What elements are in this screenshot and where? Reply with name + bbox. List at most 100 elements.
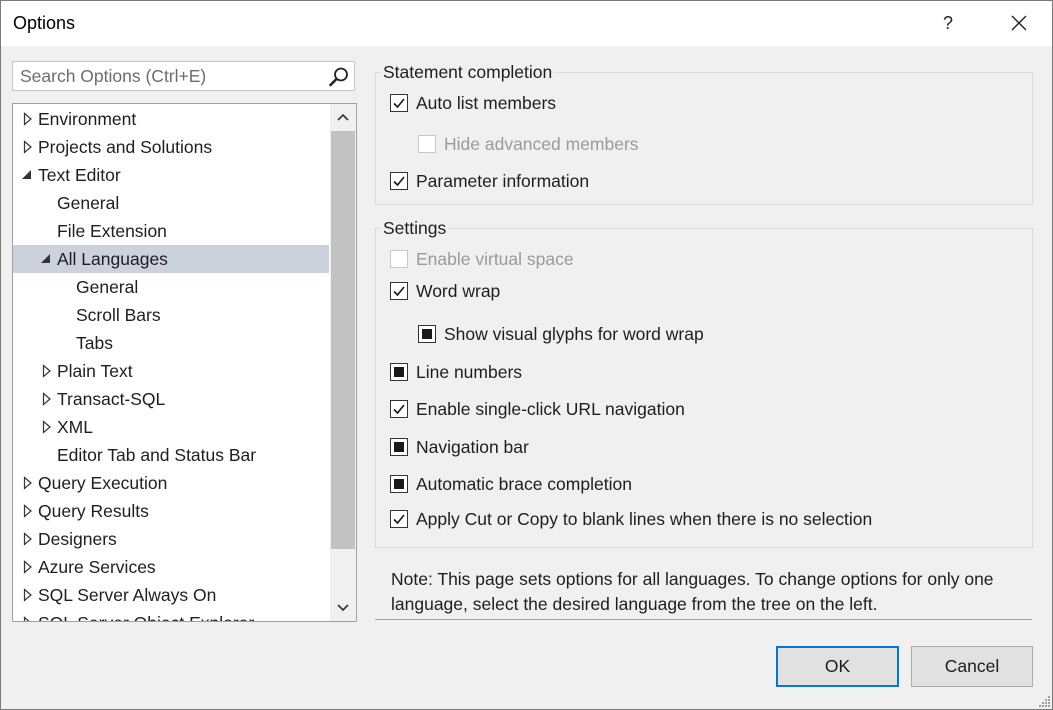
- title-bar: Options ?: [1, 1, 1052, 46]
- option-label: Enable virtual space: [416, 249, 574, 269]
- indeterminate-indicator: [394, 367, 404, 377]
- checkbox[interactable]: [390, 510, 408, 528]
- tree-item-label: SQL Server Object Explorer: [38, 609, 254, 621]
- tree-item-environment[interactable]: Environment: [13, 105, 329, 133]
- collapsed-arrow-icon[interactable]: [22, 497, 34, 525]
- checkmark-icon: [393, 176, 405, 187]
- tree-item-designers[interactable]: Designers: [13, 525, 329, 553]
- checkmark-icon: [393, 98, 405, 109]
- tree-item-query-results[interactable]: Query Results: [13, 497, 329, 525]
- scrollbar-thumb[interactable]: [331, 131, 355, 549]
- tree-item-label: Editor Tab and Status Bar: [57, 445, 257, 465]
- expanded-arrow-icon[interactable]: [40, 245, 52, 273]
- tree-item-label: Environment: [38, 109, 137, 129]
- checkbox[interactable]: [390, 172, 408, 190]
- separator: [375, 619, 1032, 620]
- tree-item-scroll-bars[interactable]: Scroll Bars: [13, 301, 329, 329]
- indeterminate-indicator: [422, 329, 432, 339]
- close-button[interactable]: [999, 5, 1039, 41]
- collapsed-arrow-icon[interactable]: [22, 553, 34, 581]
- tree-item-file-extension[interactable]: File Extension: [13, 217, 329, 245]
- expanded-arrow-icon[interactable]: [21, 161, 33, 189]
- tree-item-query-execution[interactable]: Query Execution: [13, 469, 329, 497]
- tree-item-label: Azure Services: [38, 557, 156, 577]
- note-text: Note: This page sets options for all lan…: [391, 569, 994, 614]
- tree-item-sql-server-always-on[interactable]: SQL Server Always On: [13, 581, 329, 609]
- checkbox[interactable]: [390, 94, 408, 112]
- tree-scrollbar[interactable]: [330, 104, 356, 621]
- checkmark-icon: [393, 286, 405, 297]
- checkbox[interactable]: [390, 363, 408, 381]
- option-label: Hide advanced members: [444, 134, 639, 154]
- tree-item-azure-services[interactable]: Azure Services: [13, 553, 329, 581]
- tree-item-label: Scroll Bars: [76, 305, 161, 325]
- tree-item-transact-sql[interactable]: Transact-SQL: [13, 385, 329, 413]
- option-label: Auto list members: [416, 93, 557, 113]
- collapsed-arrow-icon[interactable]: [22, 525, 34, 553]
- collapsed-arrow-icon[interactable]: [41, 357, 53, 385]
- checkbox[interactable]: [390, 475, 408, 493]
- tree-item-label: Transact-SQL: [57, 389, 166, 409]
- checkmark-icon: [393, 404, 405, 415]
- statement-completion-group: Statement completion Auto list members H…: [375, 62, 1033, 205]
- collapsed-arrow-icon[interactable]: [22, 469, 34, 497]
- group-title: Settings: [381, 218, 449, 239]
- option-label: Apply Cut or Copy to blank lines when th…: [416, 509, 873, 529]
- collapsed-arrow-icon[interactable]: [22, 609, 34, 622]
- search-input[interactable]: [13, 62, 330, 90]
- settings-group: Settings Enable virtual space Word wrap …: [375, 218, 1033, 548]
- checkbox[interactable]: [390, 438, 408, 456]
- checkbox[interactable]: [418, 135, 436, 153]
- resize-grip-icon[interactable]: [1037, 694, 1051, 708]
- tree-item-label: General: [76, 277, 139, 297]
- scroll-up-icon[interactable]: [330, 104, 356, 130]
- tree-item-plain-text[interactable]: Plain Text: [13, 357, 329, 385]
- tree-item-xml[interactable]: XML: [13, 413, 329, 441]
- tree-item-general[interactable]: General: [13, 189, 329, 217]
- dialog-title: Options: [13, 13, 76, 33]
- search-icon[interactable]: [328, 66, 350, 88]
- options-tree[interactable]: Environment Projects and Solutions Text …: [12, 103, 357, 622]
- scroll-down-icon[interactable]: [330, 595, 356, 621]
- collapsed-arrow-icon[interactable]: [22, 105, 34, 133]
- collapsed-arrow-icon[interactable]: [22, 133, 34, 161]
- collapsed-arrow-icon[interactable]: [41, 413, 53, 441]
- indeterminate-indicator: [394, 442, 404, 452]
- search-box: [12, 61, 355, 91]
- tree-item-label: Designers: [38, 529, 117, 549]
- tree-item-all-languages[interactable]: All Languages: [13, 245, 329, 273]
- option-label: Word wrap: [416, 281, 501, 301]
- option-label: Enable single-click URL navigation: [416, 399, 685, 419]
- checkbox[interactable]: [390, 400, 408, 418]
- tree-item-label: Query Execution: [38, 473, 168, 493]
- option-label: Navigation bar: [416, 437, 529, 457]
- checkbox[interactable]: [390, 250, 408, 268]
- tree-item-label: SQL Server Always On: [38, 585, 217, 605]
- option-label: Show visual glyphs for word wrap: [444, 324, 704, 344]
- option-label: Automatic brace completion: [416, 474, 632, 494]
- option-label: Line numbers: [416, 362, 523, 382]
- tree-item-label: XML: [57, 417, 93, 437]
- tree-item-sql-server-object-explorer[interactable]: SQL Server Object Explorer: [13, 609, 329, 622]
- tree-item-text-editor[interactable]: Text Editor: [13, 161, 329, 189]
- tree-item-general[interactable]: General: [13, 273, 329, 301]
- tree-item-label: Query Results: [38, 501, 149, 521]
- help-button[interactable]: ?: [930, 5, 966, 41]
- tree-item-label: General: [57, 193, 120, 213]
- options-dialog: Options ? Environment Projects and Solut…: [0, 0, 1053, 710]
- tree-item-label: Text Editor: [38, 165, 121, 185]
- tree-item-tabs[interactable]: Tabs: [13, 329, 329, 357]
- checkbox[interactable]: [390, 282, 408, 300]
- group-title: Statement completion: [381, 62, 555, 83]
- tree-item-projects-and-solutions[interactable]: Projects and Solutions: [13, 133, 329, 161]
- tree-item-editor-tab-and-status-bar[interactable]: Editor Tab and Status Bar: [13, 441, 329, 469]
- cancel-button[interactable]: Cancel: [911, 646, 1033, 687]
- collapsed-arrow-icon[interactable]: [41, 385, 53, 413]
- tree-item-label: All Languages: [57, 249, 168, 269]
- checkbox[interactable]: [418, 325, 436, 343]
- checkmark-icon: [393, 514, 405, 525]
- tree-item-label: Tabs: [76, 333, 113, 353]
- ok-button[interactable]: OK: [776, 646, 899, 687]
- collapsed-arrow-icon[interactable]: [22, 581, 34, 609]
- tree-item-label: Projects and Solutions: [38, 137, 213, 157]
